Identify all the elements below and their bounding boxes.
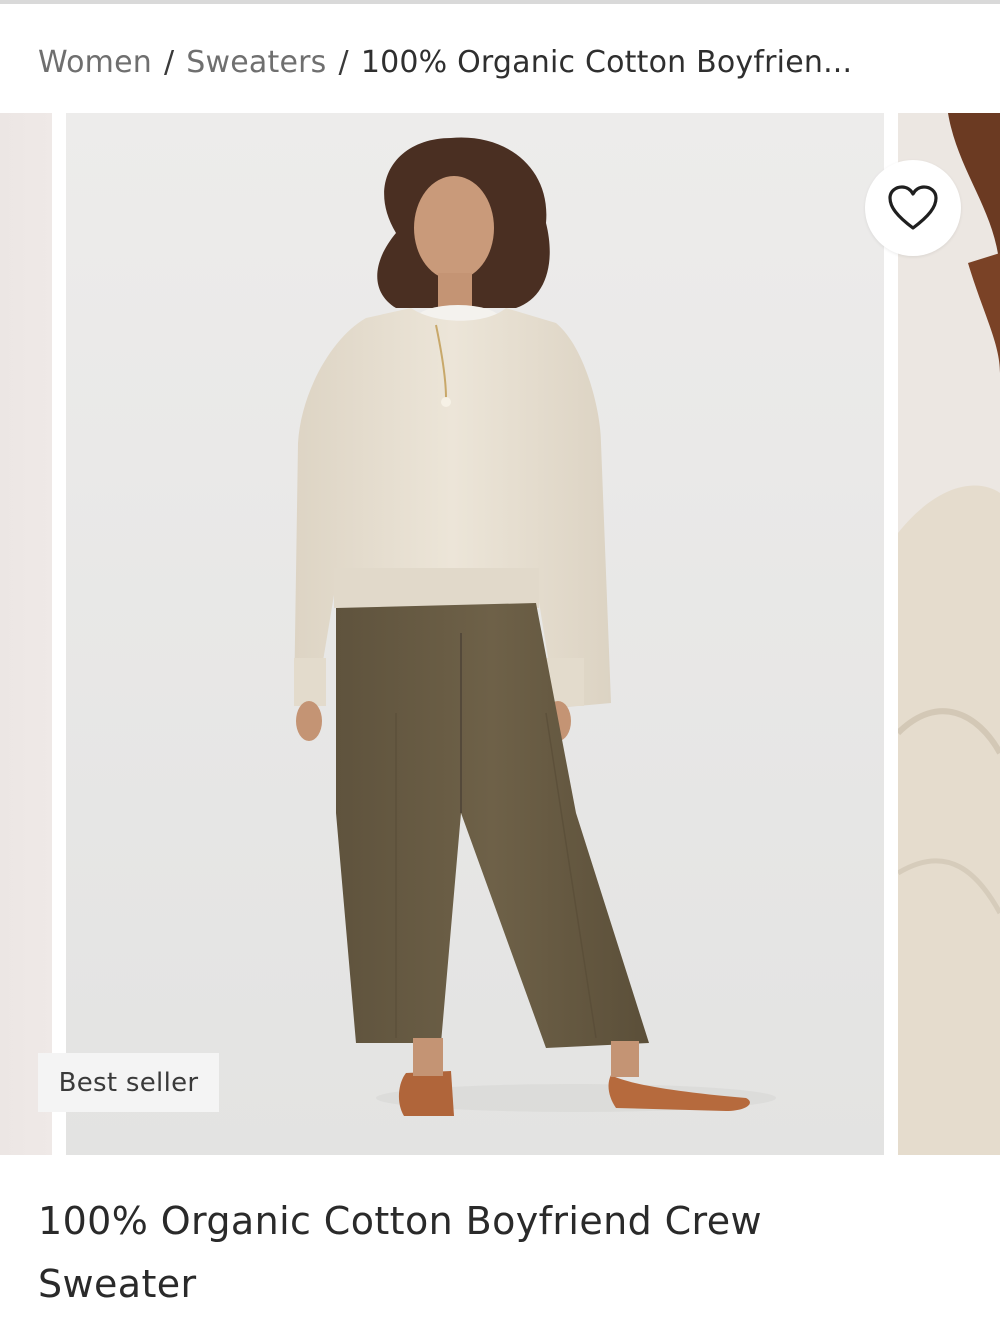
heart-outline-icon — [888, 185, 938, 230]
breadcrumb-link-sweaters[interactable]: Sweaters — [186, 45, 326, 80]
best-seller-badge-label: Best seller — [58, 1067, 199, 1098]
favorite-button[interactable] — [865, 160, 961, 256]
breadcrumb-current: 100% Organic Cotton Boyfrien... — [360, 44, 853, 80]
best-seller-badge: Best seller — [38, 1053, 219, 1112]
breadcrumb: Women / Sweaters / 100% Organic Cotton B… — [38, 40, 852, 84]
model-illustration — [66, 113, 884, 1155]
product-image-main[interactable] — [66, 113, 884, 1155]
product-image-carousel[interactable]: Best seller — [0, 113, 1000, 1155]
breadcrumb-separator: / — [163, 44, 175, 80]
breadcrumb-link-women[interactable]: Women — [38, 45, 152, 80]
knit-closeup-illustration — [898, 113, 1000, 1155]
next-image-peek[interactable] — [898, 113, 1000, 1155]
previous-image-peek[interactable] — [0, 113, 52, 1155]
top-divider — [0, 0, 1000, 4]
breadcrumb-separator: / — [338, 44, 349, 80]
product-title: 100% Organic Cotton Boyfriend Crew Sweat… — [38, 1199, 763, 1306]
